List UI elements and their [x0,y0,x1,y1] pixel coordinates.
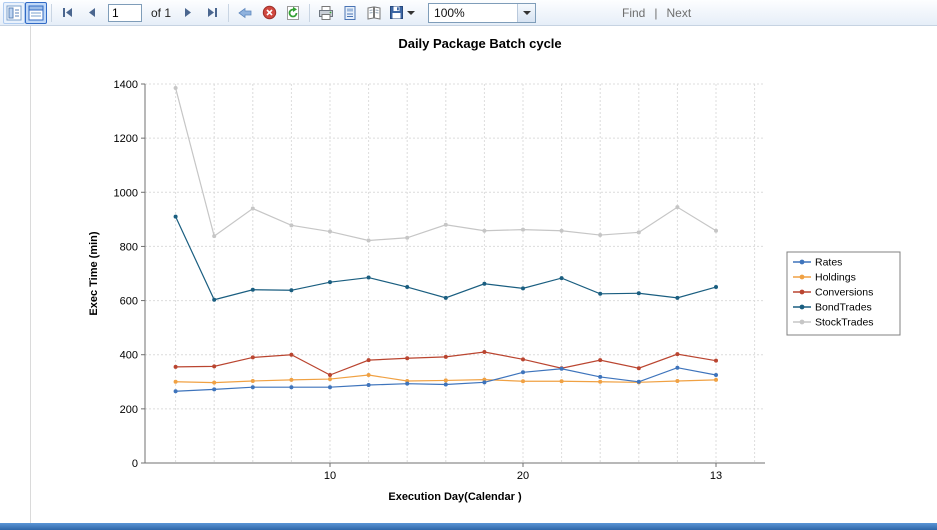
y-tick-label: 1000 [114,187,138,199]
bottom-strip [0,523,937,530]
next-page-button[interactable] [176,2,200,24]
chart-canvas: 0 200 400 600 800 1000 1200 1400 10 20 13 Daily Pac… [30,26,937,523]
save-export-icon [389,5,404,20]
next-page-icon [183,7,193,18]
chart-xlabel: Execution Day(Calendar ) [388,491,522,503]
page-setup-button[interactable] [362,2,386,24]
zoom-combobox[interactable]: 100% [428,3,536,23]
document-map-icon [6,5,22,21]
chart-axes [141,84,765,467]
legend-label: Conversions [815,287,873,299]
y-tick-label: 1400 [114,79,138,91]
previous-page-button[interactable] [80,2,104,24]
back-button[interactable] [233,2,257,24]
legend-label: Holdings [815,272,856,284]
first-page-icon [62,7,74,18]
y-tick-label: 800 [120,241,138,253]
parameters-panel-icon [28,5,44,21]
printer-icon [318,5,334,21]
toolbar-separator [309,4,310,22]
stop-icon [262,5,277,20]
zoom-dropdown-button[interactable] [517,4,535,22]
toolbar-separator [51,4,52,22]
x-tick-label: 13 [710,470,722,482]
page-setup-icon [366,5,382,21]
legend-label: Rates [815,257,842,269]
parameters-panel-toggle-button[interactable] [25,2,47,24]
document-map-toggle-button[interactable] [3,2,25,24]
zoom-caret-icon [523,11,531,15]
last-page-button[interactable] [200,2,224,24]
print-button[interactable] [314,2,338,24]
find-next-button[interactable]: Next [666,6,691,20]
report-toolbar: of 1 [0,0,937,26]
page-number-input[interactable] [108,4,142,22]
y-tick-label: 200 [120,404,138,416]
page-count-label: of 1 [151,6,171,20]
find-next-divider: | [654,6,657,20]
chart-gridlines [145,84,765,463]
y-tick-label: 400 [120,350,138,362]
stop-rendering-button[interactable] [257,2,281,24]
y-tick-label: 1200 [114,133,138,145]
chart-legend: Rates Holdings Conversions BondTrades StockT… [787,252,900,335]
legend-label: BondTrades [815,302,872,314]
find-button[interactable]: Find [622,6,645,20]
first-page-button[interactable] [56,2,80,24]
export-button[interactable] [386,2,418,24]
toolbar-separator [228,4,229,22]
print-layout-button[interactable] [338,2,362,24]
y-tick-label: 600 [120,296,138,308]
x-tick-label: 10 [324,470,336,482]
zoom-value: 100% [429,6,517,20]
print-layout-icon [342,5,358,21]
refresh-button[interactable] [281,2,305,24]
y-tick-label: 0 [132,458,138,470]
back-arrow-icon [237,5,253,21]
chart-ylabel: Exec Time (min) [88,231,100,315]
refresh-icon [285,5,301,21]
export-dropdown-caret [407,11,415,15]
previous-page-icon [87,7,97,18]
last-page-icon [206,7,218,18]
legend-label: StockTrades [815,317,874,329]
find-area: Find | Next [622,6,691,20]
x-tick-label: 20 [517,470,529,482]
chart-title: Daily Package Batch cycle [398,36,561,51]
